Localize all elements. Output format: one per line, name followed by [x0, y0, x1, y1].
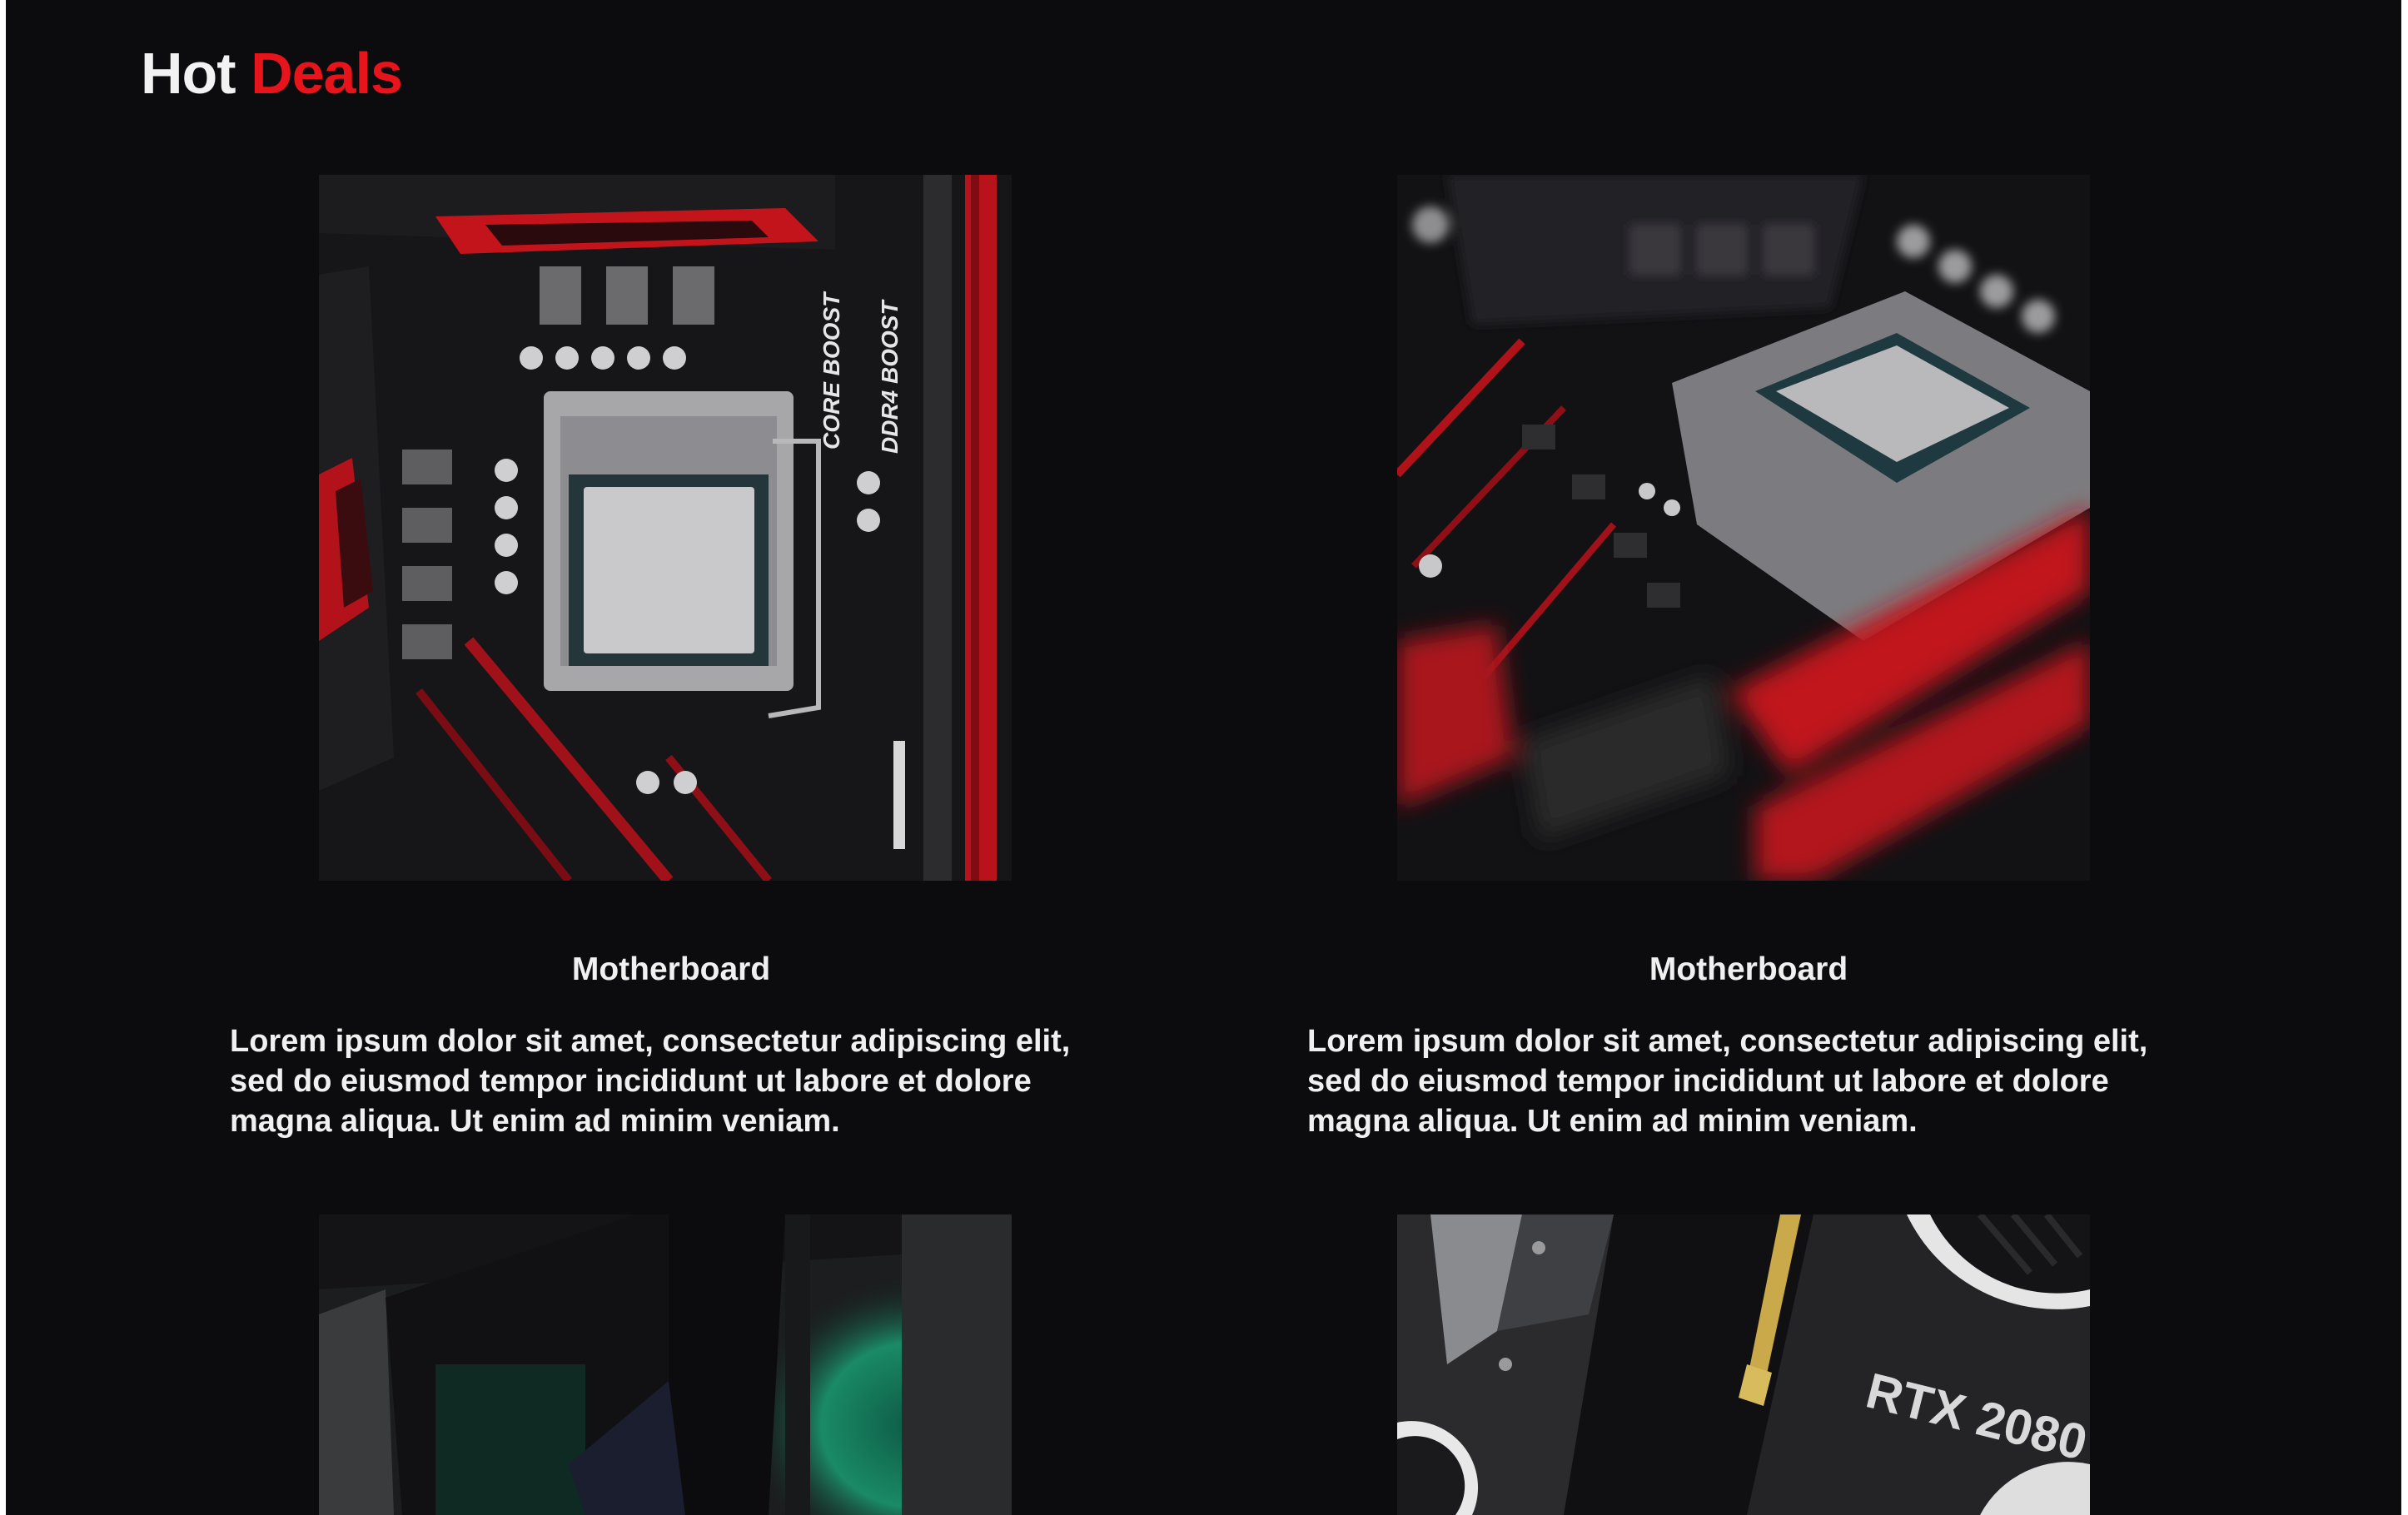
section-title-hot: Hot — [141, 41, 236, 106]
image-label-core-boost: CORE BOOST — [818, 291, 844, 450]
deal-card-title[interactable]: Motherboard — [1307, 951, 2190, 988]
motherboard-angled-view-graphic — [1397, 175, 2090, 881]
motherboard-top-view-image[interactable]: CORE BOOST DDR4 BOOST — [319, 175, 1012, 881]
motherboard-top-view-graphic: CORE BOOST DDR4 BOOST — [319, 175, 1012, 881]
section-title: Hot Deals — [141, 33, 403, 113]
deal-card-title[interactable]: Motherboard — [230, 951, 1112, 988]
graphics-card-image[interactable]: RTX 2080 — [1397, 1214, 2090, 1515]
graphics-card-graphic: RTX 2080 — [1397, 1214, 2090, 1515]
deal-card-description: Lorem ipsum dolor sit amet, consectetur … — [230, 1024, 1071, 1139]
hot-deals-section: Hot Deals CORE BOOST DDR4 BOOST Motherbo… — [6, 0, 2401, 1515]
pc-case-green-fan-image[interactable] — [319, 1214, 1012, 1515]
section-title-deals: Deals — [251, 41, 403, 106]
image-label-ddr4-boost: DDR4 BOOST — [877, 299, 903, 454]
pc-case-green-fan-graphic — [319, 1214, 1012, 1515]
motherboard-angled-view-image[interactable] — [1397, 175, 2090, 881]
deal-card-description: Lorem ipsum dolor sit amet, consectetur … — [1307, 1024, 2148, 1139]
